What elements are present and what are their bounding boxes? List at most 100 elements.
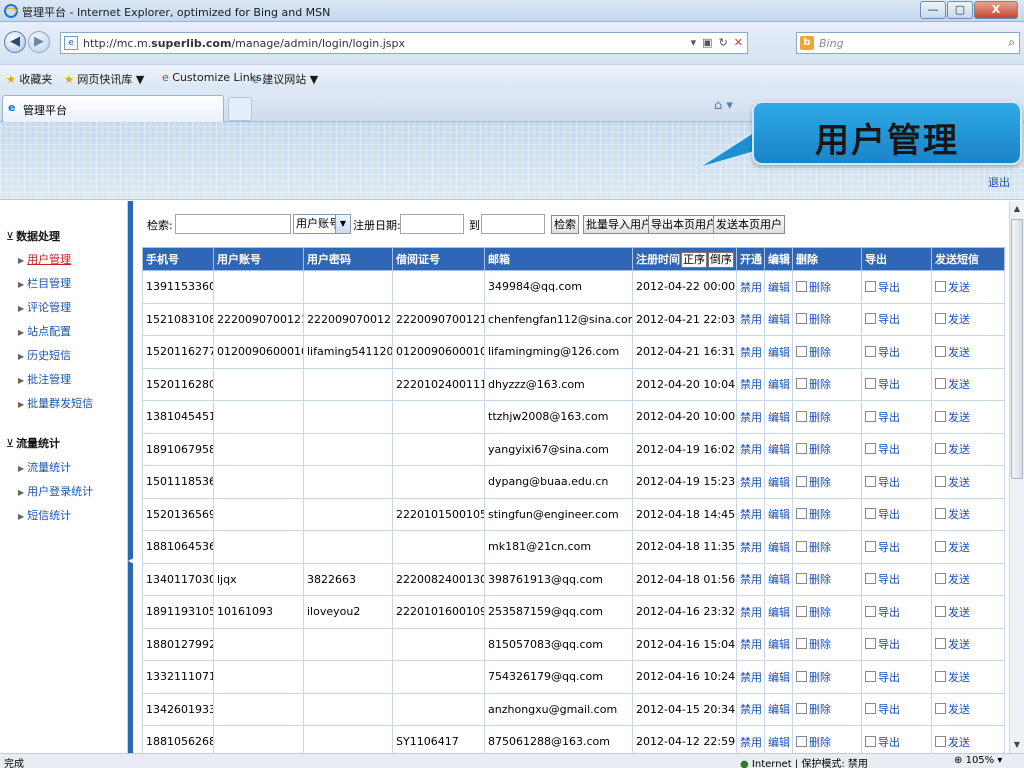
send-link[interactable]: 发送 <box>948 508 970 521</box>
edit-link[interactable]: 编辑 <box>768 443 790 456</box>
sidebar-item-login-stats[interactable]: ▶ 用户登录统计 <box>18 483 93 499</box>
fav-webslice-gallery[interactable]: ★ 网页快讯库 ▼ <box>64 71 144 87</box>
search-box[interactable]: b Bing ⌕ <box>796 32 1020 54</box>
export-link[interactable]: 导出 <box>878 411 900 424</box>
enable-link[interactable]: 禁用 <box>740 508 762 521</box>
start-date-input[interactable] <box>400 214 464 234</box>
edit-link[interactable]: 编辑 <box>768 671 790 684</box>
minimize-button[interactable]: — <box>920 1 946 19</box>
send-link[interactable]: 发送 <box>948 541 970 554</box>
delete-link[interactable]: 删除 <box>809 378 831 391</box>
send-link[interactable]: 发送 <box>948 411 970 424</box>
scroll-up-icon[interactable]: ▲ <box>1010 201 1024 217</box>
send-link[interactable]: 发送 <box>948 443 970 456</box>
enable-link[interactable]: 禁用 <box>740 346 762 359</box>
sidebar-group-traffic[interactable]: ⊻ 流量统计 <box>6 435 60 451</box>
send-checkbox[interactable] <box>935 735 946 747</box>
export-checkbox[interactable] <box>865 573 876 585</box>
export-checkbox[interactable] <box>865 475 876 487</box>
send-link[interactable]: 发送 <box>948 281 970 294</box>
export-checkbox[interactable] <box>865 280 876 292</box>
delete-checkbox[interactable] <box>796 313 807 325</box>
edit-link[interactable]: 编辑 <box>768 411 790 424</box>
fav-suggested-sites[interactable]: e 建议网站 ▼ <box>252 71 318 87</box>
send-checkbox[interactable] <box>935 378 946 390</box>
search-field-select[interactable]: 用户账号 ▼ <box>293 214 351 234</box>
delete-checkbox[interactable] <box>796 508 807 520</box>
delete-checkbox[interactable] <box>796 670 807 682</box>
export-checkbox[interactable] <box>865 345 876 357</box>
export-checkbox[interactable] <box>865 703 876 715</box>
delete-checkbox[interactable] <box>796 345 807 357</box>
export-link[interactable]: 导出 <box>878 671 900 684</box>
end-date-input[interactable] <box>481 214 545 234</box>
delete-checkbox[interactable] <box>796 638 807 650</box>
refresh-icon[interactable]: ↻ <box>719 36 728 49</box>
delete-checkbox[interactable] <box>796 280 807 292</box>
export-link[interactable]: 导出 <box>878 606 900 619</box>
enable-link[interactable]: 禁用 <box>740 606 762 619</box>
send-checkbox[interactable] <box>935 540 946 552</box>
send-checkbox[interactable] <box>935 573 946 585</box>
stop-icon[interactable]: ✕ <box>734 36 743 49</box>
send-checkbox[interactable] <box>935 443 946 455</box>
send-link[interactable]: 发送 <box>948 736 970 749</box>
send-checkbox[interactable] <box>935 475 946 487</box>
maximize-button[interactable]: ▢ <box>947 1 973 19</box>
sidebar-item-comment-management[interactable]: ▶ 评论管理 <box>18 299 71 315</box>
dropdown-icon[interactable]: ▾ <box>691 36 697 49</box>
enable-link[interactable]: 禁用 <box>740 671 762 684</box>
delete-link[interactable]: 删除 <box>809 281 831 294</box>
delete-checkbox[interactable] <box>796 475 807 487</box>
export-checkbox[interactable] <box>865 508 876 520</box>
export-link[interactable]: 导出 <box>878 703 900 716</box>
delete-link[interactable]: 删除 <box>809 313 831 326</box>
enable-link[interactable]: 禁用 <box>740 573 762 586</box>
send-checkbox[interactable] <box>935 670 946 682</box>
enable-link[interactable]: 禁用 <box>740 313 762 326</box>
edit-link[interactable]: 编辑 <box>768 378 790 391</box>
send-page-button[interactable]: 发送本页用户 <box>713 215 785 234</box>
sidebar-item-annotation-management[interactable]: ▶ 批注管理 <box>18 371 71 387</box>
enable-link[interactable]: 禁用 <box>740 378 762 391</box>
send-checkbox[interactable] <box>935 605 946 617</box>
favorites-button[interactable]: ★ 收藏夹 <box>6 71 52 87</box>
delete-link[interactable]: 删除 <box>809 703 831 716</box>
delete-link[interactable]: 删除 <box>809 541 831 554</box>
export-link[interactable]: 导出 <box>878 508 900 521</box>
send-link[interactable]: 发送 <box>948 606 970 619</box>
delete-checkbox[interactable] <box>796 735 807 747</box>
sidebar-item-user-management[interactable]: ▶ 用户管理 <box>18 251 71 267</box>
export-checkbox[interactable] <box>865 638 876 650</box>
delete-link[interactable]: 删除 <box>809 736 831 749</box>
export-checkbox[interactable] <box>865 378 876 390</box>
send-link[interactable]: 发送 <box>948 671 970 684</box>
enable-link[interactable]: 禁用 <box>740 541 762 554</box>
sort-desc-button[interactable]: 倒序 <box>708 251 734 268</box>
bulk-import-button[interactable]: 批量导入用户 <box>583 215 655 234</box>
enable-link[interactable]: 禁用 <box>740 638 762 651</box>
logout-link[interactable]: 退出 <box>988 174 1010 190</box>
vertical-scrollbar[interactable]: ▲ ▼ <box>1009 201 1024 753</box>
edit-link[interactable]: 编辑 <box>768 346 790 359</box>
edit-link[interactable]: 编辑 <box>768 476 790 489</box>
send-checkbox[interactable] <box>935 345 946 357</box>
export-link[interactable]: 导出 <box>878 313 900 326</box>
send-checkbox[interactable] <box>935 410 946 422</box>
export-link[interactable]: 导出 <box>878 541 900 554</box>
export-checkbox[interactable] <box>865 540 876 552</box>
sort-asc-button[interactable]: 正序 <box>681 251 707 268</box>
home-icon[interactable]: ⌂ ▾ <box>714 98 733 113</box>
delete-link[interactable]: 删除 <box>809 411 831 424</box>
delete-checkbox[interactable] <box>796 573 807 585</box>
compat-view-icon[interactable]: ▣ <box>702 36 712 49</box>
send-checkbox[interactable] <box>935 313 946 325</box>
keyword-input[interactable] <box>175 214 291 234</box>
tab-admin-platform[interactable]: e 管理平台 <box>2 95 224 122</box>
delete-link[interactable]: 删除 <box>809 346 831 359</box>
delete-checkbox[interactable] <box>796 443 807 455</box>
export-link[interactable]: 导出 <box>878 378 900 391</box>
delete-link[interactable]: 删除 <box>809 671 831 684</box>
export-checkbox[interactable] <box>865 735 876 747</box>
delete-link[interactable]: 删除 <box>809 606 831 619</box>
